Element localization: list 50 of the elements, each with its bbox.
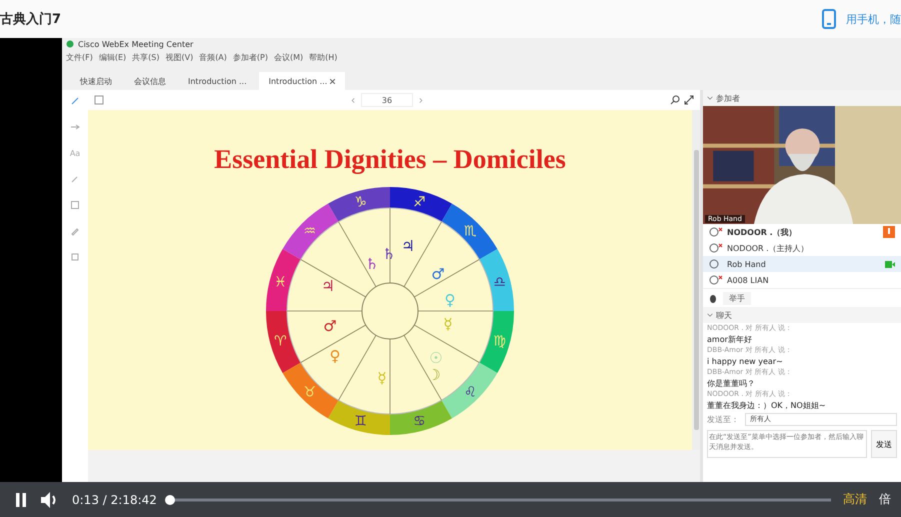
menu-item[interactable]: 音频(A) bbox=[199, 52, 227, 62]
slide-title: Essential Dignities – Domiciles bbox=[214, 144, 566, 175]
menu-item[interactable]: 视图(V) bbox=[165, 52, 194, 62]
arrow-icon[interactable] bbox=[70, 122, 80, 132]
participant-row[interactable]: Rob Hand bbox=[703, 256, 901, 272]
raise-hand-button[interactable]: 举手 bbox=[723, 292, 751, 304]
menu-item[interactable]: 编辑(E) bbox=[98, 52, 126, 62]
window-title: Cisco WebEx Meeting Center bbox=[78, 40, 194, 48]
panel-title: 聊天 bbox=[716, 310, 732, 320]
brush-icon[interactable] bbox=[70, 174, 80, 184]
pen-icon[interactable] bbox=[70, 96, 80, 106]
participant-row[interactable]: NODOOR .（主持人） bbox=[703, 240, 901, 256]
send-to-label: 发送至： bbox=[707, 414, 739, 425]
chat-message: amor新年好 bbox=[707, 334, 753, 345]
collapse-icon[interactable] bbox=[707, 95, 713, 101]
menu-item[interactable]: 共享(S) bbox=[132, 52, 160, 62]
close-icon[interactable] bbox=[330, 78, 336, 84]
fullscreen-icon[interactable] bbox=[684, 95, 694, 105]
tab[interactable]: 会议信息 bbox=[124, 72, 176, 90]
scrollbar-thumb[interactable] bbox=[694, 150, 698, 430]
next-icon[interactable] bbox=[417, 96, 424, 104]
panel-icon[interactable] bbox=[94, 95, 104, 105]
quality-button[interactable]: 高清 bbox=[843, 491, 867, 508]
tab[interactable]: Introduction ... bbox=[258, 72, 346, 90]
menu-item[interactable]: 参加者(P) bbox=[232, 52, 268, 62]
zoom-icon[interactable] bbox=[670, 95, 680, 105]
chat-message: 董董在我身边：）OK，NO姐姐~ bbox=[707, 400, 827, 411]
page-title: 古典入门7 bbox=[0, 10, 62, 28]
menu-item[interactable]: 文件(F) bbox=[66, 52, 93, 62]
square-icon[interactable] bbox=[70, 200, 80, 210]
chat-message: 你是董董吗？ bbox=[707, 378, 756, 389]
phone-icon bbox=[822, 9, 836, 29]
speed-button[interactable]: 倍 bbox=[879, 491, 889, 508]
panel-title: 参加者 bbox=[716, 92, 740, 104]
previous-icon[interactable] bbox=[350, 96, 357, 104]
elapsed-time: 0:13 / 2:18:42 bbox=[72, 492, 157, 506]
pause-icon[interactable] bbox=[14, 492, 28, 508]
microphone-icon[interactable] bbox=[883, 226, 895, 238]
collapse-icon[interactable] bbox=[707, 312, 713, 318]
menu-item[interactable]: 会议(M) bbox=[274, 52, 304, 62]
eraser-icon[interactable] bbox=[70, 226, 80, 236]
participant-row[interactable]: A008 LIAN bbox=[703, 272, 901, 288]
menu-item[interactable]: 帮助(H) bbox=[309, 52, 338, 62]
participant-row[interactable]: NODOOR .（我） bbox=[703, 224, 901, 240]
send-button[interactable]: 发送 bbox=[871, 430, 897, 458]
tab[interactable]: 快速启动 bbox=[70, 72, 122, 90]
zoom-field[interactable]: 36 bbox=[361, 93, 413, 107]
tab[interactable]: Introduction ... bbox=[178, 72, 257, 90]
chat-message: i happy new year~ bbox=[707, 356, 784, 367]
app-logo-icon bbox=[66, 40, 74, 48]
